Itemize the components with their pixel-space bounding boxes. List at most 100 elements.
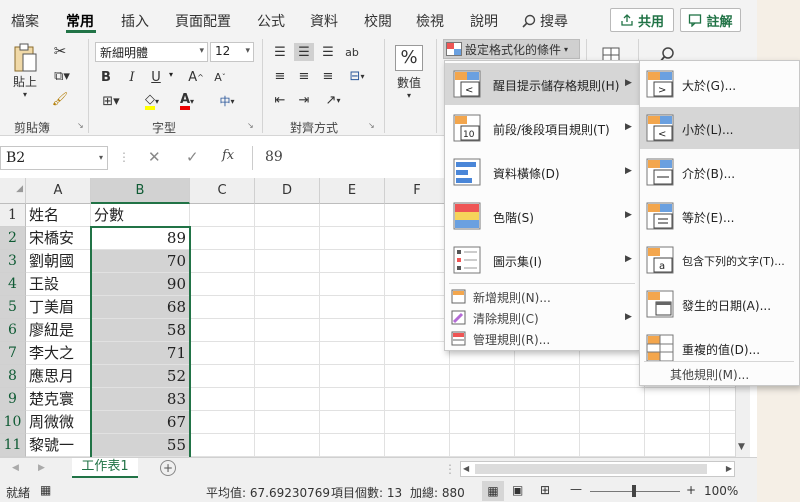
tab-split-grip-icon[interactable]: ⋮ <box>444 462 456 476</box>
column-header-e[interactable]: E <box>320 178 385 204</box>
zoom-out-icon[interactable]: — <box>570 482 582 496</box>
font-size-select[interactable]: 12 ▾ <box>210 42 254 62</box>
row-header[interactable]: 7 <box>0 342 26 365</box>
cell-a11[interactable]: 黎號一 <box>26 434 91 457</box>
cell-a6[interactable]: 廖紐是 <box>26 319 91 342</box>
zoom-level[interactable]: 100% <box>704 484 738 498</box>
tab-file[interactable]: 檔案 <box>11 11 39 31</box>
row-header[interactable]: 4 <box>0 273 26 296</box>
align-top-button[interactable]: ☰ <box>270 43 290 61</box>
align-left-button[interactable]: ≡ <box>270 67 290 85</box>
tab-data[interactable]: 資料 <box>310 11 338 31</box>
align-bottom-button[interactable]: ☰ <box>318 43 338 61</box>
cell-a3[interactable]: 劉朝國 <box>26 250 91 273</box>
tab-view[interactable]: 檢視 <box>416 11 444 31</box>
shrink-font-button[interactable]: Aˇ <box>210 67 230 87</box>
increase-indent-button[interactable]: ⇥ <box>294 91 314 109</box>
submenu-item-equal-to[interactable]: 等於(E)... <box>640 195 799 237</box>
alignment-launcher-icon[interactable]: ↘ <box>368 121 375 130</box>
name-box[interactable]: B2 ▾ <box>0 146 108 170</box>
insert-function-icon[interactable]: fx <box>222 148 234 163</box>
cell-a9[interactable]: 楚克寰 <box>26 388 91 411</box>
zoom-in-icon[interactable]: + <box>686 483 696 497</box>
clipboard-launcher-icon[interactable]: ↘ <box>77 121 84 130</box>
cell-a7[interactable]: 李大之 <box>26 342 91 365</box>
cell-b9[interactable]: 83 <box>91 388 190 411</box>
submenu-item-text-contains[interactable]: a 包含下列的文字(T)... <box>640 239 799 281</box>
menu-item-new-rule[interactable]: 新增規則(N)... <box>445 286 639 307</box>
font-name-select[interactable]: 新細明體 ▾ <box>95 42 208 62</box>
row-header[interactable]: 6 <box>0 319 26 342</box>
comments-button[interactable]: 註解 <box>680 8 741 32</box>
cell-b8[interactable]: 52 <box>91 365 190 388</box>
scroll-left-icon[interactable]: ◀ <box>463 464 469 473</box>
underline-dropdown-icon[interactable]: ▾ <box>169 70 173 79</box>
tab-home[interactable]: 常用 <box>66 11 94 31</box>
submenu-item-between[interactable]: 介於(B)... <box>640 151 799 193</box>
cancel-icon[interactable]: ✕ <box>148 148 161 166</box>
scroll-down-icon[interactable]: ▼ <box>738 442 745 452</box>
column-header-f[interactable]: F <box>385 178 450 204</box>
tab-page-layout[interactable]: 頁面配置 <box>175 11 231 31</box>
cell-a4[interactable]: 王設 <box>26 273 91 296</box>
cell-a10[interactable]: 周微微 <box>26 411 91 434</box>
scroll-right-icon[interactable]: ▶ <box>38 463 45 473</box>
normal-view-icon[interactable]: ▦ <box>482 481 504 501</box>
italic-button[interactable]: I <box>122 67 142 87</box>
column-header-a[interactable]: A <box>26 178 91 204</box>
tab-insert[interactable]: 插入 <box>121 11 149 31</box>
cell-b6[interactable]: 58 <box>91 319 190 342</box>
row-header[interactable]: 3 <box>0 250 26 273</box>
orientation-button[interactable]: ↗ ▾ <box>318 91 348 109</box>
align-right-button[interactable]: ≡ <box>318 67 338 85</box>
cell-b7[interactable]: 71 <box>91 342 190 365</box>
page-layout-view-icon[interactable]: ▣ <box>512 483 523 497</box>
scroll-right-icon[interactable]: ▶ <box>726 464 732 473</box>
scroll-left-icon[interactable]: ◀ <box>12 463 19 473</box>
horizontal-scrollbar[interactable]: ◀ ▶ <box>460 461 735 477</box>
number-format-button[interactable]: % 數值 ▾ <box>390 41 428 103</box>
menu-item-data-bars[interactable]: 資料橫條(D) ▶ <box>445 151 639 193</box>
paste-button[interactable]: 貼上 ▾ <box>8 41 42 101</box>
cell-b11[interactable]: 55 <box>91 434 190 457</box>
column-header-b[interactable]: B <box>91 178 190 204</box>
menu-item-color-scales[interactable]: 色階(S) ▶ <box>445 195 639 237</box>
format-painter-button[interactable]: 🖌 <box>50 89 70 109</box>
column-header-c[interactable]: C <box>190 178 255 204</box>
cut-button[interactable]: ✂ <box>50 41 70 61</box>
align-middle-button[interactable]: ☰ <box>294 43 314 61</box>
menu-item-top-bottom-rules[interactable]: 10 前段/後段項目規則(T) ▶ <box>445 107 639 149</box>
cell-b4[interactable]: 90 <box>91 273 190 296</box>
scroll-thumb[interactable] <box>475 464 707 474</box>
row-header[interactable]: 10 <box>0 411 26 434</box>
tab-review[interactable]: 校閱 <box>364 11 392 31</box>
bold-button[interactable]: B <box>96 67 116 87</box>
row-header[interactable]: 5 <box>0 296 26 319</box>
row-header[interactable]: 2 <box>0 227 26 250</box>
cell-b1[interactable]: 分數 <box>91 204 190 227</box>
cell-a8[interactable]: 應思月 <box>26 365 91 388</box>
submenu-item-date-occurring[interactable]: 發生的日期(A)... <box>640 283 799 325</box>
decrease-indent-button[interactable]: ⇤ <box>270 91 290 109</box>
column-header-d[interactable]: D <box>255 178 320 204</box>
cell-a5[interactable]: 丁美眉 <box>26 296 91 319</box>
row-header[interactable]: 1 <box>0 204 26 227</box>
borders-button[interactable]: ⊞▾ <box>96 91 126 111</box>
submenu-item-less-than[interactable]: < 小於(L)... <box>640 107 799 149</box>
submenu-item-more-rules[interactable]: 其他規則(M)... <box>670 366 749 383</box>
wrap-text-button[interactable]: ab <box>342 43 362 61</box>
cell-b5[interactable]: 68 <box>91 296 190 319</box>
fill-color-button[interactable]: ◇ ▾ <box>138 91 166 111</box>
page-break-view-icon[interactable]: ⊞ <box>540 483 550 497</box>
align-center-button[interactable]: ≡ <box>294 67 314 85</box>
menu-item-highlight-rules[interactable]: < 醒目提示儲存格規則(H) ▶ <box>445 63 639 105</box>
cell-b10[interactable]: 67 <box>91 411 190 434</box>
cell-a1[interactable]: 姓名 <box>26 204 91 227</box>
add-sheet-icon[interactable]: + <box>160 460 176 476</box>
font-color-button[interactable]: A ▾ <box>173 91 201 111</box>
menu-item-icon-sets[interactable]: 圖示集(I) ▶ <box>445 239 639 281</box>
copy-button[interactable]: ⧉▾ <box>48 66 76 86</box>
sheet-tab-1[interactable]: 工作表1 <box>72 458 138 478</box>
grow-font-button[interactable]: A ^ <box>186 67 206 87</box>
font-launcher-icon[interactable]: ↘ <box>247 121 254 130</box>
